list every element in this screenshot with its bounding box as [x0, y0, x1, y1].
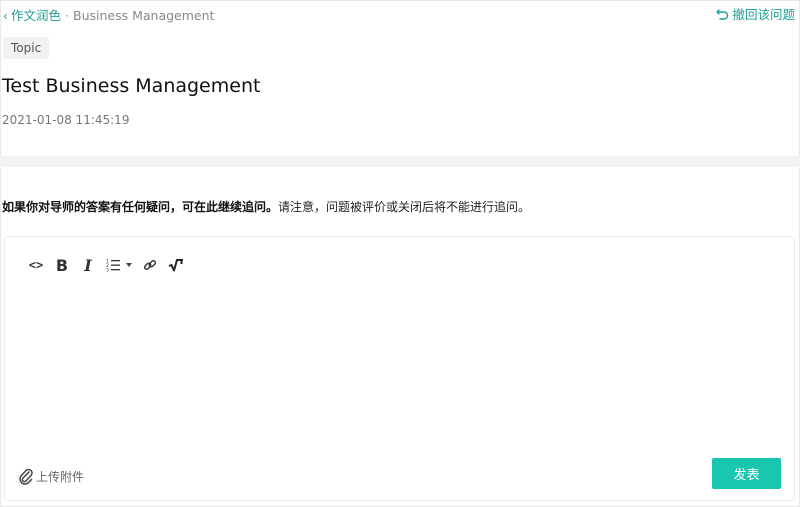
breadcrumb-current: Business Management — [73, 8, 215, 23]
upload-label: 上传附件 — [36, 469, 85, 484]
code-icon: <> — [28, 258, 44, 272]
breadcrumb-separator: · — [65, 8, 69, 23]
upload-attachment-button[interactable]: 上传附件 — [18, 467, 84, 485]
topic-tag: Topic — [3, 37, 50, 59]
withdraw-label: 撤回该问题 — [732, 7, 795, 22]
undo-icon — [716, 8, 729, 20]
rich-text-editor[interactable]: <> B I 1 2 3 上传附件 发表 — [4, 236, 795, 501]
bold-button[interactable]: B — [49, 255, 75, 275]
code-view-button[interactable]: <> — [23, 255, 49, 275]
breadcrumb-parent-link[interactable]: 作文润色 — [11, 8, 61, 23]
withdraw-question-link[interactable]: 撤回该问题 — [716, 4, 795, 23]
follow-up-notice: 如果你对导师的答案有任何疑问，可在此继续追问。请注意，问题被评价或关闭后将不能进… — [2, 198, 530, 215]
back-chevron-icon[interactable]: ‹ — [3, 8, 8, 23]
question-timestamp: 2021-01-08 11:45:19 — [2, 113, 130, 127]
chevron-down-icon — [126, 263, 132, 267]
editor-toolbar: <> B I 1 2 3 — [23, 255, 189, 275]
formula-button[interactable] — [163, 255, 189, 275]
bold-icon: B — [55, 255, 69, 275]
svg-text:3: 3 — [106, 268, 109, 273]
link-button[interactable] — [137, 255, 163, 275]
breadcrumb: ‹ 作文润色 · Business Management — [3, 5, 214, 24]
submit-button[interactable]: 发表 — [712, 458, 781, 489]
square-root-icon — [168, 259, 183, 272]
top-bar: ‹ 作文润色 · Business Management 撤回该问题 — [0, 0, 800, 26]
question-title: Test Business Management — [2, 75, 261, 97]
section-divider — [0, 156, 800, 167]
italic-icon: I — [84, 255, 92, 275]
link-icon — [143, 260, 157, 270]
italic-button[interactable]: I — [75, 255, 101, 275]
ordered-list-icon: 1 2 3 — [106, 259, 120, 273]
notice-text: 请注意，问题被评价或关闭后将不能进行追问。 — [278, 200, 531, 214]
notice-bold-text: 如果你对导师的答案有任何疑问，可在此继续追问。 — [2, 200, 279, 214]
paperclip-icon — [19, 468, 33, 485]
ordered-list-button[interactable]: 1 2 3 — [101, 255, 137, 275]
